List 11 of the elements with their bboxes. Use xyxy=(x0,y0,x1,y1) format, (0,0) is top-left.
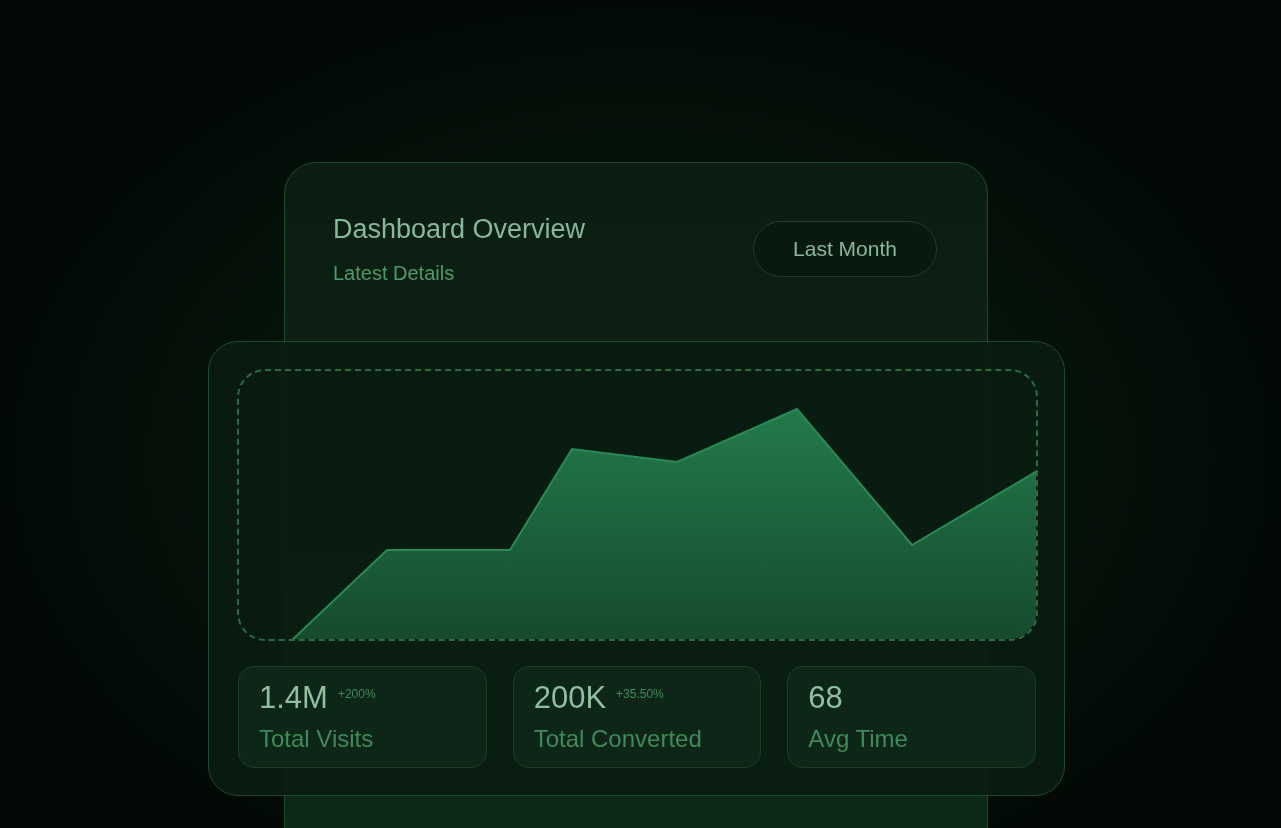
stat-change: +200% xyxy=(337,686,376,703)
stat-value: 200K xyxy=(533,679,607,717)
stat-change: +35.50% xyxy=(616,686,664,703)
stat-label: Total Visits xyxy=(259,723,375,754)
stat-label: Total Converted xyxy=(533,723,703,754)
stat-label: Avg Time xyxy=(808,723,909,754)
dashboard-title: Dashboard Overview xyxy=(333,213,586,246)
period-button[interactable]: Last Month xyxy=(753,221,937,277)
stat-value: 68 xyxy=(808,679,843,717)
stat-value: 1.4M xyxy=(259,679,328,717)
dashboard-subtitle: Latest Details xyxy=(333,260,456,286)
